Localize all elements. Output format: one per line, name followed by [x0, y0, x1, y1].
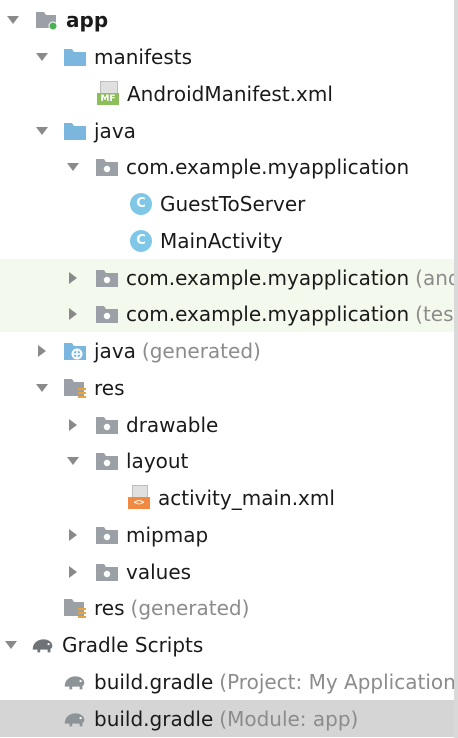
tree-item-label: com.example.myapplication [126, 265, 410, 290]
package-icon [94, 154, 120, 180]
package-icon [94, 559, 120, 585]
gradle-elephant-icon [30, 632, 56, 658]
tree-item-label: drawable [126, 412, 219, 437]
class-icon: C [128, 228, 154, 254]
tree-row-build-gradle-project[interactable]: build.gradle (Project: My Application) [0, 663, 454, 700]
tree-item-label: com.example.myapplication [126, 154, 410, 179]
tree-item-hint: (Module: app) [219, 706, 359, 731]
tree-row-layout[interactable]: layout [0, 442, 454, 479]
chevron-right-icon[interactable] [62, 524, 84, 546]
tree-item-label: AndroidManifest.xml [127, 81, 333, 106]
tree-item-hint: (generated) [141, 338, 261, 363]
chevron-down-icon[interactable] [2, 9, 24, 31]
tree-item-label: manifests [94, 44, 192, 69]
chevron-right-icon[interactable] [31, 340, 53, 362]
tree-item-label: res [94, 375, 125, 400]
tree-row-gradle-scripts[interactable]: Gradle Scripts [0, 626, 454, 663]
class-icon: C [128, 191, 154, 217]
tree-row-manifests[interactable]: manifests [0, 38, 454, 75]
package-icon [94, 522, 120, 548]
tree-item-label: values [126, 559, 192, 584]
resources-folder-icon [62, 595, 88, 621]
package-icon [94, 448, 120, 474]
tree-item-label: java [94, 118, 136, 143]
layout-xml-icon: <> [126, 484, 152, 511]
package-icon [94, 301, 120, 327]
tree-row-package-test[interactable]: com.example.myapplication (test) [0, 295, 454, 332]
tree-item-label: app [66, 7, 109, 32]
chevron-down-icon[interactable] [62, 156, 84, 178]
chevron-down-icon[interactable] [62, 450, 84, 472]
package-icon [94, 412, 120, 438]
chevron-right-icon[interactable] [62, 561, 84, 583]
chevron-right-icon[interactable] [62, 414, 84, 436]
tree-row-package-main[interactable]: com.example.myapplication [0, 148, 454, 185]
tree-row-mipmap[interactable]: mipmap [0, 516, 454, 553]
tree-row-guesttoserver[interactable]: C GuestToServer [0, 185, 454, 222]
chevron-down-icon[interactable] [0, 634, 22, 656]
tree-row-res-generated[interactable]: res (generated) [0, 589, 454, 626]
tree-row-mainactivity[interactable]: C MainActivity [0, 222, 454, 259]
chevron-down-icon[interactable] [31, 46, 53, 68]
tree-item-label: java [94, 338, 136, 363]
tree-row-res[interactable]: res [0, 369, 454, 406]
tree-row-drawable[interactable]: drawable [0, 406, 454, 443]
tree-row-androidmanifest[interactable]: MF AndroidManifest.xml [0, 75, 454, 112]
tree-item-label: Gradle Scripts [62, 632, 204, 657]
package-icon [94, 265, 120, 291]
chevron-right-icon[interactable] [62, 303, 84, 325]
tree-row-app[interactable]: app [0, 1, 454, 38]
tree-row-activity-main[interactable]: <> activity_main.xml [0, 479, 454, 516]
folder-icon [62, 44, 88, 70]
gradle-file-icon [62, 706, 88, 732]
tree-item-hint: (test) [415, 301, 454, 326]
module-folder-icon [34, 7, 60, 33]
chevron-down-icon[interactable] [31, 377, 53, 399]
tree-item-label: build.gradle [94, 669, 214, 694]
tree-item-label: MainActivity [160, 228, 283, 253]
tree-row-java[interactable]: java [0, 112, 454, 149]
tree-item-hint: (androidTest) [415, 265, 454, 290]
tree-item-label: activity_main.xml [158, 485, 335, 510]
panel-right-border [454, 0, 458, 738]
tree-item-label: mipmap [126, 522, 209, 547]
tree-item-hint: (Project: My Application) [219, 669, 454, 694]
tree-item-label: com.example.myapplication [126, 301, 410, 326]
tree-item-label: res [94, 595, 125, 620]
tree-row-java-generated[interactable]: java (generated) [0, 332, 454, 369]
generated-folder-icon [62, 338, 88, 364]
chevron-right-icon[interactable] [62, 267, 84, 289]
tree-item-label: layout [126, 448, 189, 473]
gradle-file-icon [62, 669, 88, 695]
tree-item-label: GuestToServer [160, 191, 306, 216]
chevron-down-icon[interactable] [31, 120, 53, 142]
folder-icon [62, 118, 88, 144]
tree-item-hint: (generated) [130, 595, 250, 620]
tree-row-values[interactable]: values [0, 553, 454, 590]
tree-row-package-androidtest[interactable]: com.example.myapplication (androidTest) [0, 259, 454, 296]
tree-row-build-gradle-module[interactable]: build.gradle (Module: app) [0, 700, 454, 737]
tree-item-label: build.gradle [94, 706, 214, 731]
resources-folder-icon [62, 375, 88, 401]
manifest-file-icon: MF [95, 80, 121, 107]
